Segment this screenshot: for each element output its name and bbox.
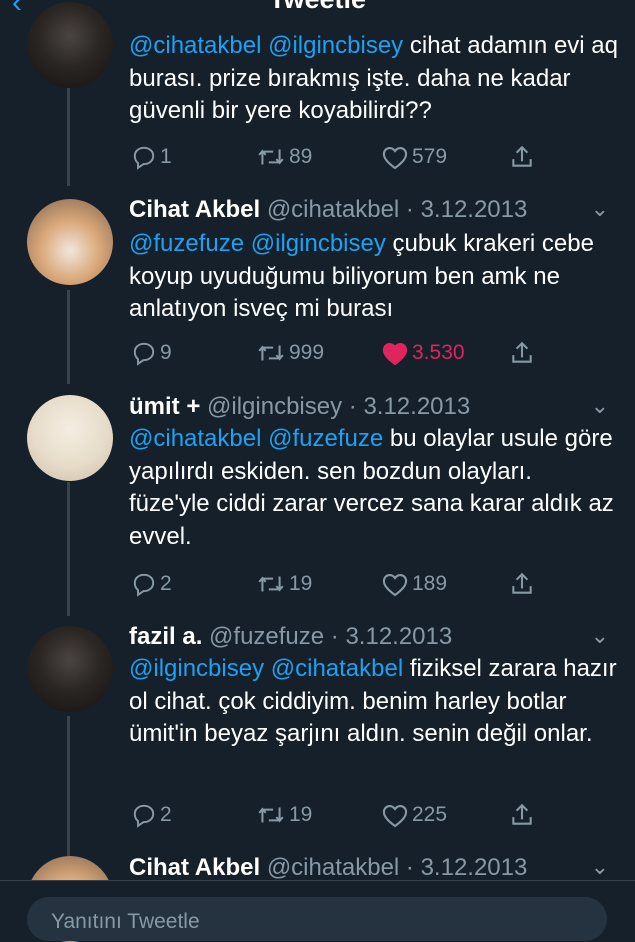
author-handle[interactable]: @fuzefuze (209, 623, 324, 650)
reply-count: 9 (160, 341, 172, 364)
retweet-count: 89 (289, 145, 313, 168)
avatar[interactable] (27, 395, 113, 481)
share-button[interactable] (509, 802, 535, 828)
tweet-text: @cihatakbel @ilgincbisey cihat adamın ev… (129, 32, 618, 124)
tweet-mentions[interactable]: @cihatakbel @ilgincbisey (129, 32, 403, 59)
tweet-mentions[interactable]: @fuzefuze @ilgincbisey (129, 230, 386, 257)
author-handle[interactable]: @ilgincbisey (207, 393, 342, 420)
retweet-button[interactable]: 19 (256, 802, 312, 828)
chevron-down-icon[interactable]: ⌄ (591, 393, 609, 419)
retweet-button[interactable]: 999 (256, 340, 324, 366)
author-name[interactable]: fazil a. (129, 623, 202, 650)
author-name[interactable]: Cihat Akbel (129, 854, 260, 881)
share-button[interactable] (509, 571, 535, 597)
tweet-header: ümit + @ilgincbisey · 3.12.2013 (129, 393, 471, 420)
tweet-date: 3.12.2013 (363, 393, 471, 420)
retweet-button[interactable]: 19 (256, 571, 312, 597)
heart-icon (382, 573, 408, 597)
share-icon (512, 572, 532, 594)
reply-count: 2 (160, 803, 172, 826)
like-count: 189 (412, 572, 448, 595)
thread-line (67, 88, 70, 186)
like-button[interactable]: 3.530 (381, 340, 465, 366)
reply-icon (133, 146, 155, 170)
retweet-count: 19 (289, 572, 313, 595)
reply-icon (133, 804, 155, 828)
avatar[interactable] (27, 626, 113, 712)
reply-count: 1 (160, 145, 172, 168)
reply-compose-input[interactable]: Yanıtını Tweetle (27, 897, 607, 941)
like-count: 225 (412, 803, 448, 826)
retweet-icon (258, 807, 284, 823)
tweet-date: 3.12.2013 (420, 196, 528, 223)
retweet-icon (258, 576, 284, 592)
author-name[interactable]: ümit + (129, 393, 200, 420)
thread-line (67, 290, 70, 384)
like-count: 3.530 (412, 341, 465, 364)
tweet-text: @ilgincbisey @cihatakbel fiziksel zarara… (129, 655, 617, 747)
author-handle[interactable]: @cihatakbel (267, 854, 399, 881)
tweet-actions: 9 999 3.530 (129, 340, 549, 370)
share-button[interactable] (509, 144, 535, 170)
compose-placeholder: Yanıtını Tweetle (51, 910, 200, 933)
heart-filled-icon (382, 342, 408, 366)
reply-count: 2 (160, 572, 172, 595)
avatar[interactable] (27, 199, 113, 285)
reply-icon (133, 342, 155, 366)
tweet-header: Cihat Akbel @cihatakbel · 3.12.2013 (129, 196, 528, 223)
like-button[interactable]: 579 (381, 144, 447, 170)
author-handle[interactable]: @cihatakbel (267, 196, 399, 223)
reply-button[interactable]: 2 (131, 571, 172, 597)
chevron-down-icon[interactable]: ⌄ (591, 623, 609, 649)
like-count: 579 (412, 145, 448, 168)
retweet-count: 19 (289, 803, 313, 826)
tweet-date: 3.12.2013 (345, 623, 453, 650)
reply-button[interactable]: 2 (131, 802, 172, 828)
author-name[interactable]: Cihat Akbel (129, 196, 260, 223)
share-icon (512, 803, 532, 825)
retweet-icon (258, 149, 284, 165)
thread-line (67, 716, 70, 856)
like-button[interactable]: 189 (381, 571, 447, 597)
chevron-down-icon[interactable]: ⌄ (591, 196, 609, 222)
tweet-actions: 2 19 225 (129, 802, 549, 832)
tweet-header: fazil a. @fuzefuze · 3.12.2013 (129, 623, 453, 650)
heart-icon (382, 804, 408, 828)
tweet-text: @fuzefuze @ilgincbisey çubuk krakeri ceb… (129, 230, 594, 322)
tweet-date: 3.12.2013 (420, 854, 528, 881)
tweet-mentions[interactable]: @ilgincbisey @cihatakbel (129, 655, 403, 682)
tweet-actions: 1 89 579 (129, 144, 549, 174)
reply-icon (133, 573, 155, 597)
heart-icon (382, 146, 408, 170)
tweet-text: @cihatakbel @fuzefuze bu olaylar usule g… (129, 425, 614, 550)
reply-button[interactable]: 1 (131, 144, 172, 170)
thread-line (67, 482, 70, 616)
tweet-mentions[interactable]: @cihatakbel @fuzefuze (129, 425, 383, 452)
chevron-down-icon[interactable]: ⌄ (591, 854, 609, 880)
reply-button[interactable]: 9 (131, 340, 172, 366)
share-icon (512, 341, 532, 363)
retweet-icon (258, 345, 284, 361)
retweet-button[interactable]: 89 (256, 144, 312, 170)
avatar[interactable] (27, 2, 113, 88)
tweet-header: Cihat Akbel @cihatakbel · 3.12.2013 (129, 854, 528, 881)
share-icon (512, 145, 532, 167)
like-button[interactable]: 225 (381, 802, 447, 828)
share-button[interactable] (509, 340, 535, 366)
tweet-actions: 2 19 189 (129, 571, 549, 601)
retweet-count: 999 (289, 341, 325, 364)
